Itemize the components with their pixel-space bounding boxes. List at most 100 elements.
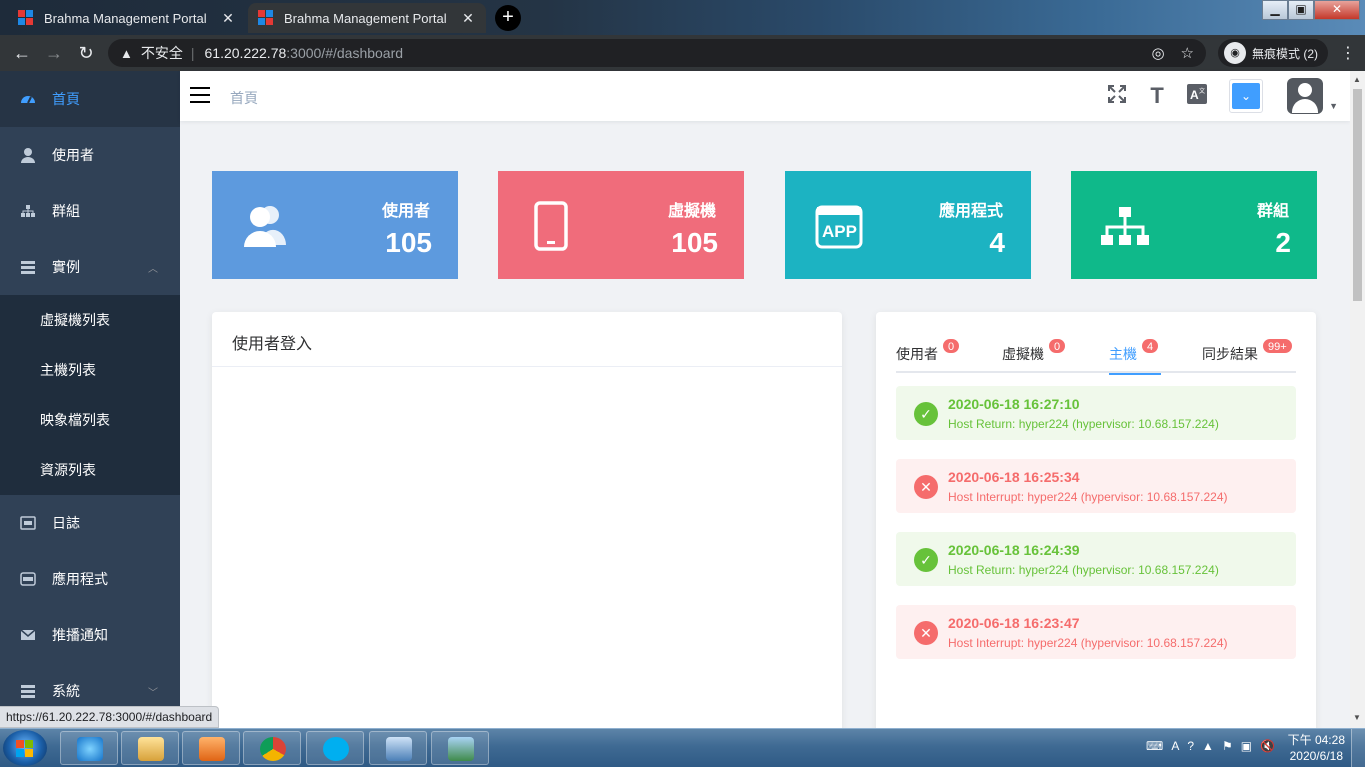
- start-button[interactable]: [3, 730, 47, 766]
- bookmark-star-icon[interactable]: ☆: [1181, 44, 1194, 62]
- error-circle-icon: ✕: [914, 475, 938, 499]
- tablet-icon: [526, 201, 578, 253]
- clock-time: 下午 04:28: [1287, 733, 1345, 747]
- clock[interactable]: 下午 04:28 2020/6/18: [1288, 732, 1345, 764]
- sidebar-item-image-list[interactable]: 映象檔列表: [0, 395, 180, 445]
- minimize-button[interactable]: ▁: [1262, 0, 1288, 20]
- sidebar-item-vm-list[interactable]: 虛擬機列表: [0, 295, 180, 345]
- tab-label: 同步結果: [1202, 346, 1258, 362]
- window-close-button[interactable]: ✕: [1314, 0, 1360, 20]
- fullscreen-icon[interactable]: [1097, 84, 1137, 108]
- language-select-value: ⌄: [1232, 83, 1261, 109]
- sidebar-item-users[interactable]: 使用者: [0, 127, 180, 183]
- event-alert: ✓ 2020-06-18 16:24:39 Host Return: hyper…: [896, 532, 1296, 586]
- alert-message: Host Return: hyper224 (hypervisor: 10.68…: [948, 417, 1219, 431]
- alert-time: 2020-06-18 16:25:34: [948, 469, 1080, 485]
- back-arrow-icon[interactable]: ←: [6, 43, 38, 64]
- tab-users[interactable]: 使用者 0: [896, 338, 961, 375]
- stat-value: 105: [671, 227, 718, 258]
- sidebar-item-instances[interactable]: 實例 ︿: [0, 239, 180, 295]
- scroll-up-arrow-icon[interactable]: ▲: [1353, 75, 1361, 84]
- brahma-favicon-icon: [18, 10, 34, 26]
- taskbar-image-viewer[interactable]: [431, 731, 489, 765]
- input-method-icon[interactable]: A: [1171, 739, 1179, 753]
- sidebar-item-logs[interactable]: 日誌: [0, 495, 180, 551]
- sidebar-item-host-list[interactable]: 主機列表: [0, 345, 180, 395]
- log-icon: [20, 515, 36, 531]
- chevron-down-icon: ﹀: [148, 687, 158, 699]
- caret-down-icon[interactable]: ▼: [1329, 101, 1338, 111]
- svg-text:文: 文: [1199, 87, 1205, 95]
- image-viewer-icon: [448, 737, 474, 761]
- help-icon[interactable]: ?: [1187, 739, 1194, 753]
- tab-label: 主機: [1109, 346, 1137, 362]
- chevron-up-icon: ︿: [148, 263, 158, 275]
- count-badge: 4: [1141, 338, 1160, 354]
- sidebar-item-label: 日誌: [52, 515, 80, 531]
- address-bar[interactable]: ▲ 不安全 | 61.20.222.78 :3000/#/dashboard ◎…: [108, 39, 1206, 67]
- flag-icon[interactable]: ⚑: [1222, 739, 1233, 753]
- users-icon: [240, 201, 292, 253]
- network-icon[interactable]: ▣: [1241, 739, 1252, 753]
- hamburger-menu-icon[interactable]: [190, 87, 210, 103]
- show-desktop-button[interactable]: [1351, 729, 1365, 767]
- alert-time: 2020-06-18 16:27:10: [948, 396, 1080, 412]
- server-icon: [20, 259, 36, 275]
- tab-close-icon[interactable]: ✕: [460, 10, 476, 27]
- taskbar-chrome[interactable]: [243, 731, 301, 765]
- sidebar-item-resource-list[interactable]: 資源列表: [0, 445, 180, 495]
- stat-label: 使用者: [381, 203, 430, 220]
- warning-icon: ▲: [120, 45, 133, 61]
- forward-arrow-icon[interactable]: →: [38, 43, 70, 64]
- maximize-button[interactable]: ▣: [1288, 0, 1314, 20]
- sidebar-item-label: 首頁: [52, 91, 80, 107]
- tab-vms[interactable]: 虛擬機 0: [1002, 338, 1067, 375]
- sidebar-item-groups[interactable]: 群組: [0, 183, 180, 239]
- url-path: :3000/#/dashboard: [286, 45, 404, 61]
- skype-icon: [323, 737, 349, 761]
- stat-label: 群組: [1256, 203, 1289, 220]
- stat-card-applications[interactable]: APP 應用程式 4: [785, 171, 1031, 279]
- translate-icon[interactable]: A文: [1177, 83, 1217, 109]
- browser-tab-2[interactable]: Brahma Management Portal ✕: [248, 3, 486, 33]
- tray-expand-icon[interactable]: ▲: [1202, 739, 1214, 753]
- page-scrollbar[interactable]: ▲ ▼: [1350, 71, 1365, 728]
- location-icon[interactable]: ◎: [1151, 44, 1164, 62]
- incognito-indicator[interactable]: ◉ 無痕模式 (2): [1218, 39, 1329, 67]
- alert-message: Host Interrupt: hyper224 (hypervisor: 10…: [948, 636, 1228, 650]
- stat-card-users[interactable]: 使用者 105: [212, 171, 458, 279]
- ie-icon: [77, 737, 103, 761]
- scroll-down-arrow-icon[interactable]: ▼: [1353, 713, 1361, 722]
- brahma-favicon-icon: [258, 10, 274, 26]
- tab-sync-results[interactable]: 同步結果 99+: [1202, 338, 1293, 375]
- reload-icon[interactable]: ↻: [70, 43, 102, 64]
- language-select[interactable]: ⌄: [1229, 79, 1264, 113]
- sidebar-item-push-notifications[interactable]: 推播通知: [0, 607, 180, 663]
- browser-tab-1[interactable]: Brahma Management Portal ✕: [8, 3, 246, 33]
- font-size-icon[interactable]: T: [1137, 83, 1177, 109]
- avatar[interactable]: [1287, 78, 1324, 114]
- browser-menu-icon[interactable]: ⋮: [1340, 43, 1356, 63]
- new-tab-button[interactable]: +: [495, 5, 521, 31]
- taskbar-remote-desktop[interactable]: [369, 731, 427, 765]
- stat-card-vms[interactable]: 虛擬機 105: [498, 171, 744, 279]
- tab-hosts[interactable]: 主機 4: [1109, 338, 1161, 375]
- sidebar-item-dashboard[interactable]: 首頁: [0, 71, 180, 127]
- alert-message: Host Return: hyper224 (hypervisor: 10.68…: [948, 563, 1219, 577]
- sidebar: 首頁 使用者 群組 實例 ︿ 虛擬機列表 主機列表 映象檔列表 資源列表 日誌: [0, 71, 180, 728]
- mail-icon: [20, 627, 36, 643]
- keyboard-icon[interactable]: ⌨: [1146, 739, 1163, 753]
- taskbar-skype[interactable]: [306, 731, 364, 765]
- taskbar-ie[interactable]: [60, 731, 118, 765]
- taskbar-explorer[interactable]: [121, 731, 179, 765]
- taskbar-media-player[interactable]: [182, 731, 240, 765]
- card-title: 使用者登入: [212, 312, 842, 367]
- system-icon: [20, 683, 36, 699]
- windows-taskbar: ⌨ A ? ▲ ⚑ ▣ 🔇 下午 04:28 2020/6/18: [0, 728, 1365, 767]
- stat-card-groups[interactable]: 群組 2: [1071, 171, 1317, 279]
- sidebar-item-applications[interactable]: 應用程式: [0, 551, 180, 607]
- volume-muted-icon[interactable]: 🔇: [1260, 739, 1275, 753]
- tab-close-icon[interactable]: ✕: [220, 10, 236, 27]
- security-label[interactable]: 不安全: [141, 43, 183, 63]
- scrollbar-thumb[interactable]: [1353, 89, 1362, 301]
